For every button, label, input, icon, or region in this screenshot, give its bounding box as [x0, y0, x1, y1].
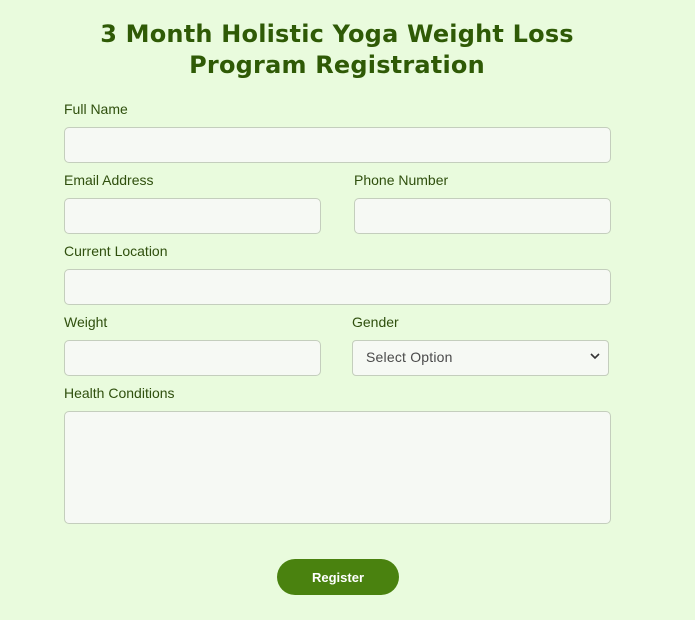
- gender-label: Gender: [352, 314, 399, 330]
- phone-input[interactable]: [354, 198, 611, 234]
- chevron-down-icon: [590, 353, 600, 360]
- email-label: Email Address: [64, 172, 154, 188]
- gender-select[interactable]: Select Option: [352, 340, 609, 376]
- health-conditions-textarea[interactable]: [64, 411, 611, 524]
- full-name-label: Full Name: [64, 101, 128, 117]
- form-title: 3 Month Holistic Yoga Weight Loss Progra…: [100, 20, 574, 79]
- health-conditions-label: Health Conditions: [64, 385, 175, 401]
- weight-input[interactable]: [64, 340, 321, 376]
- registration-page: 3 Month Holistic Yoga Weight Loss Progra…: [0, 0, 695, 620]
- phone-label: Phone Number: [354, 172, 449, 188]
- email-input[interactable]: [64, 198, 321, 234]
- register-button[interactable]: Register: [277, 559, 399, 595]
- location-label: Current Location: [64, 243, 168, 259]
- weight-label: Weight: [64, 314, 108, 330]
- location-input[interactable]: [64, 269, 611, 305]
- gender-select-value: Select Option: [366, 349, 453, 365]
- full-name-input[interactable]: [64, 127, 611, 163]
